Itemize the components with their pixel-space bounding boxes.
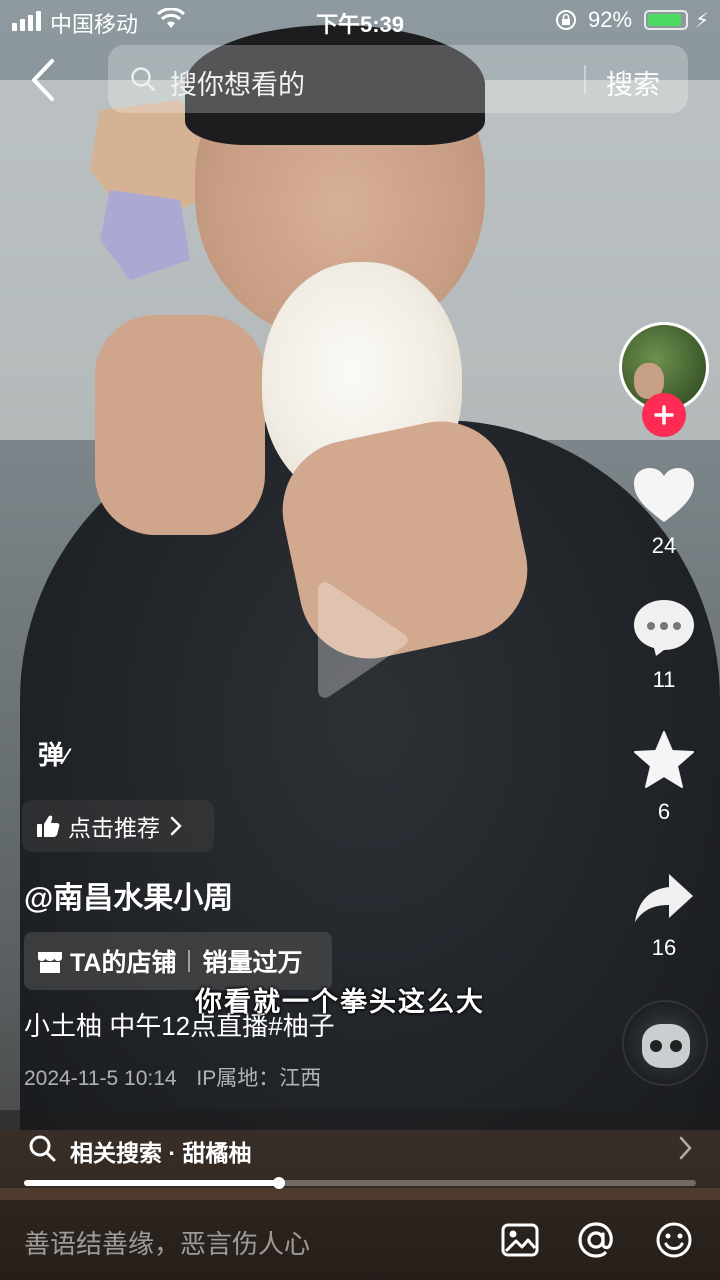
battery-fill xyxy=(648,14,682,26)
shop-divider xyxy=(188,950,191,972)
chevron-right-icon xyxy=(170,816,182,836)
comment-bar: 善语结善缘，恶言伤人心 xyxy=(0,1200,720,1280)
comment-icon xyxy=(634,600,694,656)
store-icon xyxy=(38,952,62,973)
comment-input[interactable]: 善语结善缘，恶言伤人心 xyxy=(24,1224,310,1261)
like-button[interactable]: 24 xyxy=(624,466,704,559)
emoji-icon[interactable] xyxy=(654,1220,694,1260)
ip-location: IP属地：江西 xyxy=(196,1067,322,1090)
comment-button[interactable]: 11 xyxy=(624,598,704,693)
recommend-label: 点击推荐 xyxy=(68,815,160,841)
share-count: 16 xyxy=(651,935,677,960)
follow-button[interactable] xyxy=(642,393,686,437)
music-disc[interactable] xyxy=(622,1000,708,1086)
search-button[interactable]: 搜索 xyxy=(606,63,660,102)
danmaku-slash-icon: ⁄ xyxy=(64,744,68,769)
like-count: 24 xyxy=(651,533,677,558)
comment-count: 11 xyxy=(652,667,676,692)
plus-icon xyxy=(654,405,674,425)
back-icon[interactable] xyxy=(22,55,66,105)
at-icon[interactable] xyxy=(576,1220,616,1260)
rotation-lock-icon xyxy=(556,10,576,30)
favorite-button[interactable]: 6 xyxy=(624,730,704,825)
favorite-count: 6 xyxy=(657,799,671,824)
danmaku-toggle[interactable]: 弹⁄ xyxy=(38,735,68,772)
heart-icon xyxy=(634,468,694,522)
danmaku-label: 弹 xyxy=(38,740,65,770)
recommend-button[interactable]: 点击推荐 xyxy=(22,800,214,852)
share-button[interactable]: 16 xyxy=(624,870,704,961)
image-icon[interactable] xyxy=(500,1220,540,1260)
search-input[interactable]: 搜你想看的 xyxy=(170,63,305,102)
video-subtitle: 你看就一个拳头这么大 xyxy=(195,987,485,1017)
disc-eye-left xyxy=(650,1040,662,1052)
shop-label: TA的店铺 xyxy=(70,949,177,977)
video-meta: 2024-11-5 10:14 IP属地：江西 xyxy=(24,1062,321,1092)
star-icon xyxy=(634,731,694,788)
search-bar[interactable]: 搜你想看的 搜索 xyxy=(108,45,688,113)
left-hand xyxy=(95,315,265,535)
battery-percentage: 92% xyxy=(588,7,633,32)
disc-eye-right xyxy=(670,1040,682,1052)
related-search-label: 相关搜索 · 甜橘柚 xyxy=(70,1140,252,1166)
search-icon xyxy=(131,67,156,92)
share-icon xyxy=(635,874,693,922)
author-name[interactable]: @南昌水果小周 xyxy=(24,873,233,917)
charging-icon: ⚡ xyxy=(695,10,710,32)
chevron-right-icon xyxy=(679,1136,692,1160)
progress-fill xyxy=(24,1180,280,1186)
related-search-bar[interactable]: 相关搜索 · 甜橘柚 xyxy=(0,1110,720,1188)
battery-icon xyxy=(644,10,688,30)
publish-date: 2024-11-5 10:14 xyxy=(24,1067,177,1090)
video-progress-bar[interactable] xyxy=(24,1177,696,1189)
shop-sales: 销量过万 xyxy=(202,949,303,977)
search-icon xyxy=(29,1135,56,1162)
music-disc-cover xyxy=(642,1024,690,1068)
status-bar: 中国移动 下午5:39 92% ⚡ xyxy=(0,0,720,40)
play-icon[interactable] xyxy=(310,580,410,700)
search-divider xyxy=(584,65,586,93)
thumbs-up-icon xyxy=(37,815,60,837)
